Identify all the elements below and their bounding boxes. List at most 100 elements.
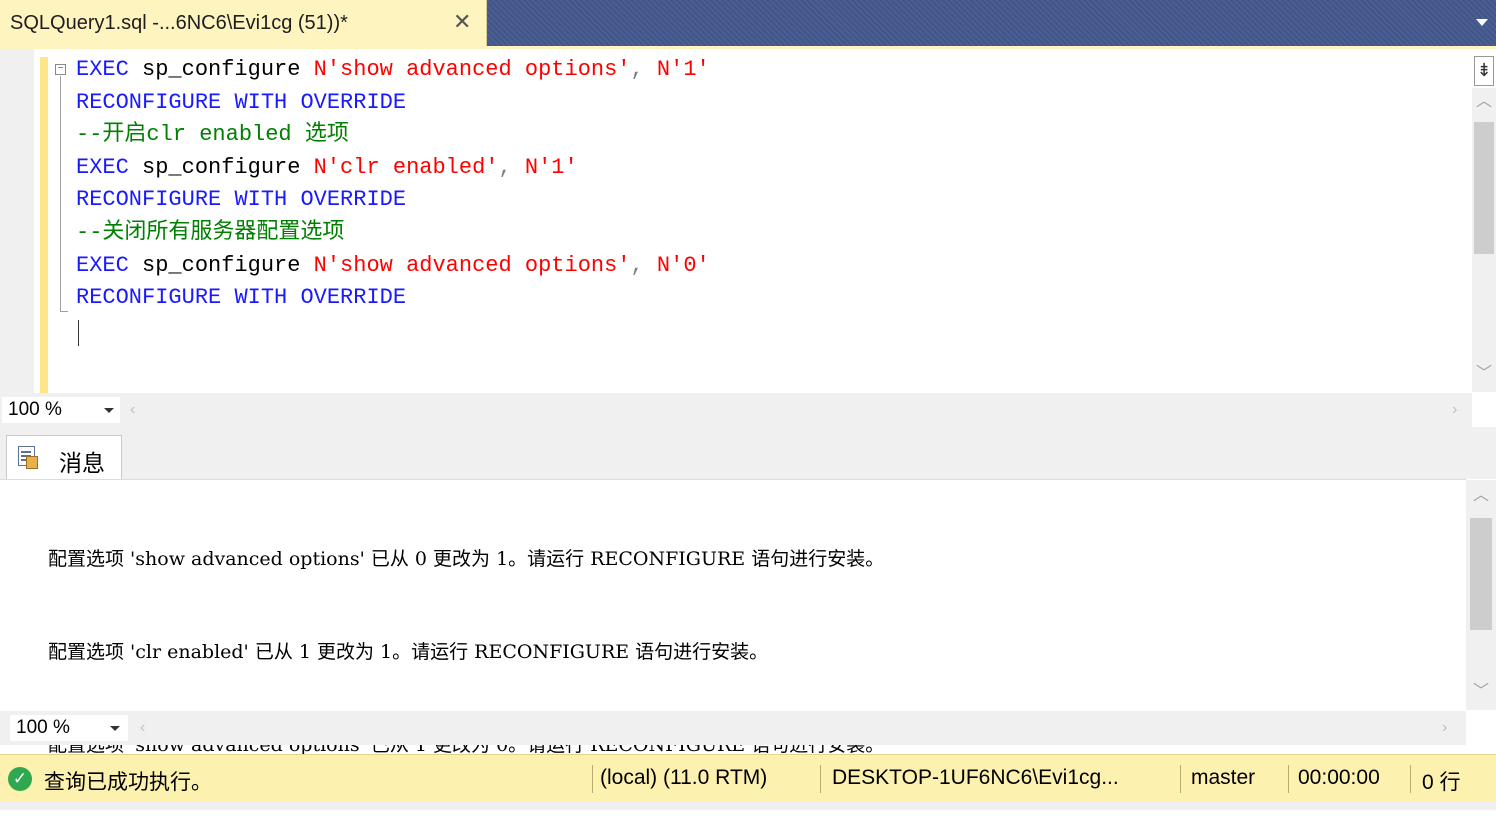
status-divider	[1410, 765, 1411, 793]
code-token: OVERRIDE	[300, 89, 407, 115]
status-server: (local) (11.0 RTM)	[600, 766, 768, 789]
code-token: OVERRIDE	[300, 187, 407, 213]
status-rows: 0 行	[1422, 771, 1461, 794]
status-database: master	[1191, 766, 1256, 789]
scroll-right-icon[interactable]: ›	[1442, 719, 1447, 737]
code-token: N'show advanced options'	[313, 57, 631, 82]
status-divider	[592, 765, 593, 793]
code-token: --开启clr enabled 选项	[76, 122, 349, 148]
code-line[interactable]: EXEC sp_configure N'show advanced option…	[76, 250, 710, 283]
code-token: WITH	[234, 89, 288, 115]
status-message: 查询已成功执行。	[44, 771, 212, 794]
editor-vertical-scrollbar[interactable]: ︿ ﹀	[1472, 88, 1496, 392]
code-line[interactable]: RECONFIGURE WITH OVERRIDE	[76, 87, 710, 120]
scroll-down-icon[interactable]: ﹀	[1472, 366, 1496, 382]
results-zoom-select[interactable]: 100 %	[10, 715, 128, 741]
code-token: ,	[630, 252, 657, 278]
status-divider	[820, 765, 821, 793]
split-window-icon[interactable]: ⇟	[1474, 56, 1494, 86]
scroll-up-icon[interactable]: ︿	[1469, 488, 1493, 504]
code-token: sp_configure	[142, 154, 301, 180]
code-token: sp_configure	[142, 252, 301, 278]
code-token: EXEC	[76, 154, 129, 180]
code-token: N'1'	[524, 154, 578, 180]
code-token: N'clr enabled'	[313, 154, 499, 180]
editor-gutter	[0, 49, 34, 393]
collapse-icon[interactable]: −	[55, 64, 66, 75]
message-line: 配置选项 'clr enabled' 已从 1 更改为 1。请运行 RECONF…	[48, 641, 769, 663]
scroll-thumb[interactable]	[1470, 518, 1492, 630]
code-line[interactable]: EXEC sp_configure N'show advanced option…	[76, 54, 710, 87]
code-token: --关闭所有服务器配置选项	[76, 219, 345, 245]
text-caret	[78, 320, 79, 346]
code-token: N'show advanced options'	[313, 252, 631, 278]
code-token: ,	[498, 154, 525, 180]
code-line[interactable]: --开启clr enabled 选项	[76, 119, 710, 152]
close-icon[interactable]: ✕	[453, 11, 471, 33]
code-token: RECONFIGURE	[76, 89, 222, 115]
zoom-value: 100 %	[8, 399, 62, 420]
code-line[interactable]: --关闭所有服务器配置选项	[76, 217, 710, 250]
results-tab-strip	[0, 427, 1496, 479]
zoom-value: 100 %	[16, 717, 70, 738]
outline-line	[60, 76, 61, 312]
chevron-down-icon[interactable]	[1476, 19, 1488, 26]
tab-title: SQLQuery1.sql -...6NC6\Evi1cg (51))*	[10, 12, 348, 34]
scroll-thumb[interactable]	[1474, 122, 1494, 254]
status-elapsed: 00:00:00	[1298, 766, 1380, 789]
outline-end	[60, 311, 68, 312]
scroll-right-icon[interactable]: ›	[1452, 401, 1457, 419]
code-token: N'0'	[656, 252, 710, 278]
messages-pane[interactable]: 配置选项 'show advanced options' 已从 0 更改为 1。…	[0, 479, 1466, 756]
status-bar: ✓ 查询已成功执行。 (local) (11.0 RTM) DESKTOP-1U…	[0, 754, 1496, 802]
window-bottom-edge	[0, 802, 1496, 810]
success-check-icon: ✓	[8, 767, 32, 791]
code-token: ,	[630, 57, 657, 82]
code-line[interactable]: EXEC sp_configure N'clr enabled', N'1'	[76, 152, 710, 185]
query-editor[interactable]: − EXEC sp_configure N'show advanced opti…	[0, 49, 1472, 395]
tab-sqlquery1[interactable]: SQLQuery1.sql -...6NC6\Evi1cg (51))* ✕	[0, 0, 487, 46]
code-area[interactable]: EXEC sp_configure N'show advanced option…	[76, 54, 710, 315]
messages-icon	[18, 446, 38, 469]
code-line[interactable]: RECONFIGURE WITH OVERRIDE	[76, 282, 710, 315]
status-user: DESKTOP-1UF6NC6\Evi1cg...	[832, 766, 1119, 789]
code-token: EXEC	[76, 252, 129, 278]
chevron-down-icon[interactable]	[104, 408, 114, 413]
code-token: RECONFIGURE	[76, 285, 222, 311]
tab-messages-label: 消息	[59, 450, 105, 476]
scroll-down-icon[interactable]: ﹀	[1469, 684, 1493, 700]
code-token: OVERRIDE	[300, 285, 407, 311]
code-line[interactable]: RECONFIGURE WITH OVERRIDE	[76, 184, 710, 217]
code-token: EXEC	[76, 57, 129, 82]
change-tracking-bar	[40, 57, 48, 395]
chevron-down-icon[interactable]	[110, 726, 120, 731]
scroll-up-icon[interactable]: ︿	[1472, 94, 1496, 110]
message-line: 配置选项 'show advanced options' 已从 0 更改为 1。…	[48, 548, 885, 570]
status-divider	[1288, 765, 1289, 793]
scroll-left-icon[interactable]: ‹	[140, 719, 145, 737]
editor-zoom-row: 100 % ‹ ›	[0, 393, 1472, 427]
editor-zoom-select[interactable]: 100 %	[2, 397, 120, 423]
results-zoom-row: 100 % ‹ ›	[0, 711, 1466, 745]
code-token: RECONFIGURE	[76, 187, 222, 213]
scroll-left-icon[interactable]: ‹	[130, 401, 135, 419]
code-token: WITH	[234, 285, 288, 311]
status-divider	[1180, 765, 1181, 793]
code-token: sp_configure	[142, 57, 301, 82]
code-token: WITH	[234, 187, 288, 213]
tab-messages[interactable]: 消息	[6, 435, 122, 480]
code-token: N'1'	[656, 57, 710, 82]
results-vertical-scrollbar[interactable]: ︿ ﹀	[1466, 480, 1496, 710]
